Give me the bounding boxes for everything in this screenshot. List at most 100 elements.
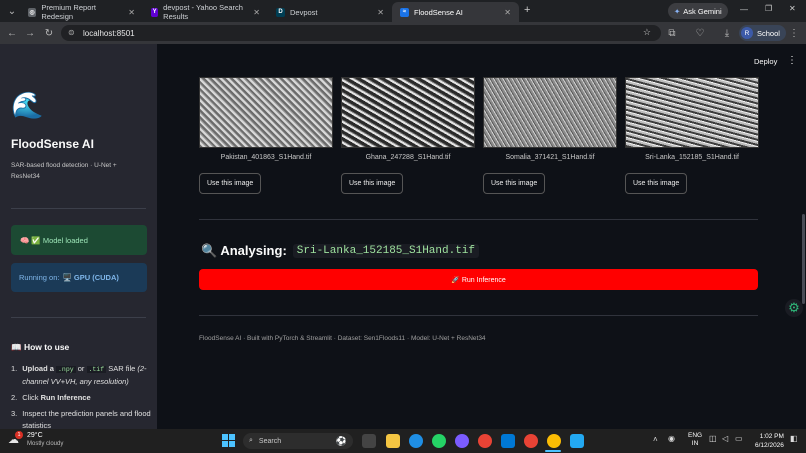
sample-filename: Pakistan_401863_S1Hand.tif <box>220 154 312 161</box>
use-image-button-sri-lanka[interactable]: Use this image <box>625 173 688 194</box>
chrome-active-icon[interactable] <box>547 434 561 448</box>
close-tab-icon[interactable]: ✕ <box>504 8 511 17</box>
ask-gemini-label: Ask Gemini <box>683 6 722 16</box>
analysing-heading: 🔍 Analysing: Sri-Lanka_152185_S1Hand.tif <box>201 243 480 259</box>
step-text: or <box>77 364 85 373</box>
chevron-up-icon[interactable]: ˄ <box>653 435 658 444</box>
wave-logo-icon: 🌊 <box>11 90 44 120</box>
tab-floodsense[interactable]: ≈ FloodSense AI ✕ <box>392 2 519 22</box>
battery-icon[interactable]: ▭ <box>735 434 743 443</box>
model-status-alert: 🧠 ✅ Model loaded <box>11 225 147 255</box>
tab-yahoo-search[interactable]: Y devpost - Yahoo Search Results ✕ <box>143 2 268 22</box>
profile-label: School <box>757 28 780 38</box>
weather-description: Mostly cloudy <box>27 441 64 447</box>
run-inference-button[interactable]: 🚀 Run Inference <box>199 269 758 290</box>
tab-search-icon[interactable]: ⌄ <box>4 3 20 19</box>
forward-icon[interactable]: → <box>22 25 38 41</box>
close-tab-icon[interactable]: ✕ <box>253 8 260 17</box>
use-image-button-ghana[interactable]: Use this image <box>341 173 404 194</box>
floodsense-favicon-icon: ≈ <box>400 7 409 17</box>
app-menu-icon[interactable]: ⋮ <box>787 55 797 66</box>
sample-filename: Ghana_247288_S1Hand.tif <box>365 154 451 161</box>
npy-code: .npy <box>56 366 76 373</box>
windows-taskbar: ☁ 1 29°C Mostly cloudy ⌕ Search ⚽ ˄ ◉ EN… <box>0 429 806 453</box>
active-app-indicator <box>545 450 561 452</box>
divider <box>11 317 146 318</box>
clock[interactable]: 1:02 PM 6/12/2026 <box>755 432 784 450</box>
taskbar-search[interactable]: ⌕ Search ⚽ <box>243 433 353 449</box>
search-placeholder: Search <box>258 437 282 445</box>
network-status-icon[interactable]: ◉ <box>668 434 675 443</box>
avatar: R <box>741 27 753 39</box>
download-icon[interactable]: ⤓ <box>719 25 735 41</box>
tab-label: Devpost <box>290 7 318 17</box>
streamlit-status-icon[interactable]: ⚙ <box>785 299 803 317</box>
vscode-icon[interactable] <box>570 434 584 448</box>
app-sidebar: 🌊 FloodSense AI SAR-based flood detectio… <box>0 44 157 432</box>
chrome-profile-icon[interactable] <box>524 434 538 448</box>
deploy-button[interactable]: Deploy <box>754 57 777 66</box>
sample-image-pakistan <box>199 77 333 148</box>
use-image-button-pakistan[interactable]: Use this image <box>199 173 262 194</box>
minimize-icon[interactable]: — <box>740 5 748 14</box>
search-highlight-icon: ⚽ <box>335 435 347 446</box>
close-window-icon[interactable]: ✕ <box>789 4 796 13</box>
edge-icon[interactable] <box>409 434 423 448</box>
analysing-filename: Sri-Lanka_152185_S1Hand.tif <box>292 244 480 258</box>
tab-premium-report[interactable]: ◎ Premium Report Redesign ✕ <box>20 2 143 22</box>
sample-image-sri-lanka <box>625 77 759 148</box>
instructions-list: 1. Upload a .npy or .tif SAR file (2-cha… <box>11 363 151 432</box>
bookmark-star-icon[interactable]: ☆ <box>643 27 651 38</box>
wifi-icon[interactable]: ◫ <box>709 434 717 443</box>
file-explorer-icon[interactable] <box>386 434 400 448</box>
step-text: SAR file <box>108 364 136 373</box>
step-number: 1. <box>11 364 18 373</box>
bookmarks-icon[interactable]: ♡ <box>692 25 708 41</box>
main-content: Deploy ⋮ Pakistan_401863_S1Hand.tif Ghan… <box>157 44 806 429</box>
windows-start-icon[interactable] <box>222 434 235 447</box>
profile-button[interactable]: R School <box>739 25 786 41</box>
back-icon[interactable]: ← <box>4 25 20 41</box>
devpost-favicon-icon: D <box>276 7 285 17</box>
chrome-icon[interactable] <box>478 434 492 448</box>
step-text: Click <box>22 393 39 402</box>
list-item: 1. Upload a .npy or .tif SAR file (2-cha… <box>11 363 151 388</box>
outlook-icon[interactable] <box>501 434 515 448</box>
footer-caption: FloodSense AI · Built with PyTorch & Str… <box>199 335 486 342</box>
task-view-icon[interactable] <box>362 434 376 448</box>
notifications-icon[interactable]: ◧ <box>790 434 798 443</box>
volume-icon[interactable]: ◁ <box>722 434 728 443</box>
use-image-button-somalia[interactable]: Use this image <box>483 173 546 194</box>
search-icon: ⌕ <box>249 437 253 444</box>
sample-image-somalia <box>483 77 617 148</box>
site-info-icon[interactable]: ⊜ <box>68 28 75 37</box>
running-on-label: Running on: <box>19 273 60 282</box>
language-code: ENG <box>688 432 703 439</box>
analysing-label: 🔍 Analysing: <box>201 243 287 258</box>
kebab-menu-icon[interactable]: ⋮ <box>786 25 802 41</box>
close-tab-icon[interactable]: ✕ <box>128 8 135 17</box>
browser-tab-strip: ⌄ ◎ Premium Report Redesign ✕ Y devpost … <box>0 0 806 22</box>
clock-time: 1:02 PM <box>759 433 784 440</box>
tab-label: devpost - Yahoo Search Results <box>163 3 243 21</box>
ask-gemini-button[interactable]: ✦ Ask Gemini <box>668 3 728 19</box>
whatsapp-icon[interactable] <box>432 434 446 448</box>
extensions-icon[interactable]: ⧉ <box>664 25 680 41</box>
weather-badge: 1 <box>15 431 23 439</box>
tab-devpost[interactable]: D Devpost ✕ <box>268 2 392 22</box>
close-tab-icon[interactable]: ✕ <box>377 8 384 17</box>
copilot-icon[interactable] <box>455 434 469 448</box>
reload-icon[interactable]: ↻ <box>41 25 57 41</box>
running-on-value: 🖥️ GPU (CUDA) <box>62 273 119 282</box>
model-status-text: 🧠 ✅ Model loaded <box>20 235 88 245</box>
gemini-sparkle-icon: ✦ <box>674 6 681 16</box>
weather-temp: 29°C <box>27 432 43 439</box>
new-tab-button[interactable]: + <box>524 4 530 16</box>
sample-filename: Sri-Lanka_152185_S1Hand.tif <box>645 154 739 161</box>
app-subtitle: SAR-based flood detection · U-Net + ResN… <box>11 162 117 180</box>
restore-icon[interactable]: ❐ <box>765 4 772 13</box>
scrollbar[interactable] <box>802 214 805 304</box>
language-indicator[interactable]: ENG IN <box>688 432 702 448</box>
address-bar[interactable]: ⊜ localhost:8501 ☆ <box>61 25 661 41</box>
divider <box>199 315 758 316</box>
